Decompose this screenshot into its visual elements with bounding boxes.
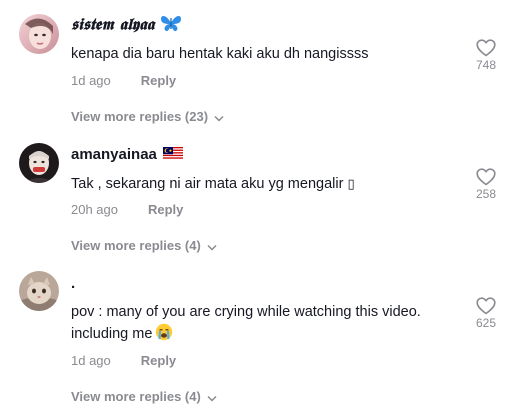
comment-meta: 20h ago Reply <box>71 202 183 217</box>
comment-text-body: pov : many of you are crying while watch… <box>71 304 421 342</box>
comment-meta: 1d ago Reply <box>71 353 176 368</box>
heart-icon <box>476 39 496 57</box>
chevron-down-icon <box>214 110 224 125</box>
view-more-replies[interactable]: View more replies (23) <box>71 109 224 125</box>
username[interactable]: amanyainaa <box>71 146 183 164</box>
like-count: 748 <box>475 58 497 72</box>
username-text: . <box>71 275 76 292</box>
view-more-replies[interactable]: View more replies (4) <box>71 238 217 254</box>
comment-time: 1d ago <box>71 353 111 368</box>
crying-face-emoji-icon <box>155 323 173 348</box>
butterfly-icon <box>160 14 182 36</box>
avatar[interactable] <box>19 271 59 311</box>
username-text: amanyainaa <box>71 146 157 163</box>
like-button[interactable]: 625 <box>470 297 502 330</box>
like-count: 258 <box>475 187 497 201</box>
reply-button[interactable]: Reply <box>141 353 176 368</box>
avatar[interactable] <box>19 14 59 54</box>
reply-button[interactable]: Reply <box>148 202 183 217</box>
username-text: 𝖘𝖎𝖘𝖙𝖊𝖒 𝖆𝖑𝖞𝖆𝖆 <box>71 14 155 34</box>
view-more-label: View more replies (4) <box>71 238 201 253</box>
comment-time: 20h ago <box>71 202 118 217</box>
comment-text: pov : many of you are crying while watch… <box>71 301 466 348</box>
comment-text: Tak , sekarang ni air mata aku yg mengal… <box>71 173 466 196</box>
avatar[interactable] <box>19 143 59 183</box>
heart-icon <box>476 168 496 186</box>
like-button[interactable]: 748 <box>470 39 502 72</box>
view-more-label: View more replies (4) <box>71 389 201 404</box>
chevron-down-icon <box>207 239 217 254</box>
comment-time: 1d ago <box>71 73 111 88</box>
view-more-replies[interactable]: View more replies (4) <box>71 389 217 405</box>
comment-text: kenapa dia baru hentak kaki aku dh nangi… <box>71 46 369 62</box>
like-button[interactable]: 258 <box>470 168 502 201</box>
username[interactable]: 𝖘𝖎𝖘𝖙𝖊𝖒 𝖆𝖑𝖞𝖆𝖆 <box>71 14 182 36</box>
malaysia-flag-icon <box>162 146 183 164</box>
chevron-down-icon <box>207 390 217 405</box>
username[interactable]: . <box>71 275 75 292</box>
unknown-glyph: ▯ <box>347 177 355 192</box>
comment-meta: 1d ago Reply <box>71 73 176 88</box>
reply-button[interactable]: Reply <box>141 73 176 88</box>
view-more-label: View more replies (23) <box>71 109 209 124</box>
comment-text-body: Tak , sekarang ni air mata aku yg mengal… <box>71 176 348 192</box>
heart-icon <box>476 297 496 315</box>
like-count: 625 <box>475 316 497 330</box>
